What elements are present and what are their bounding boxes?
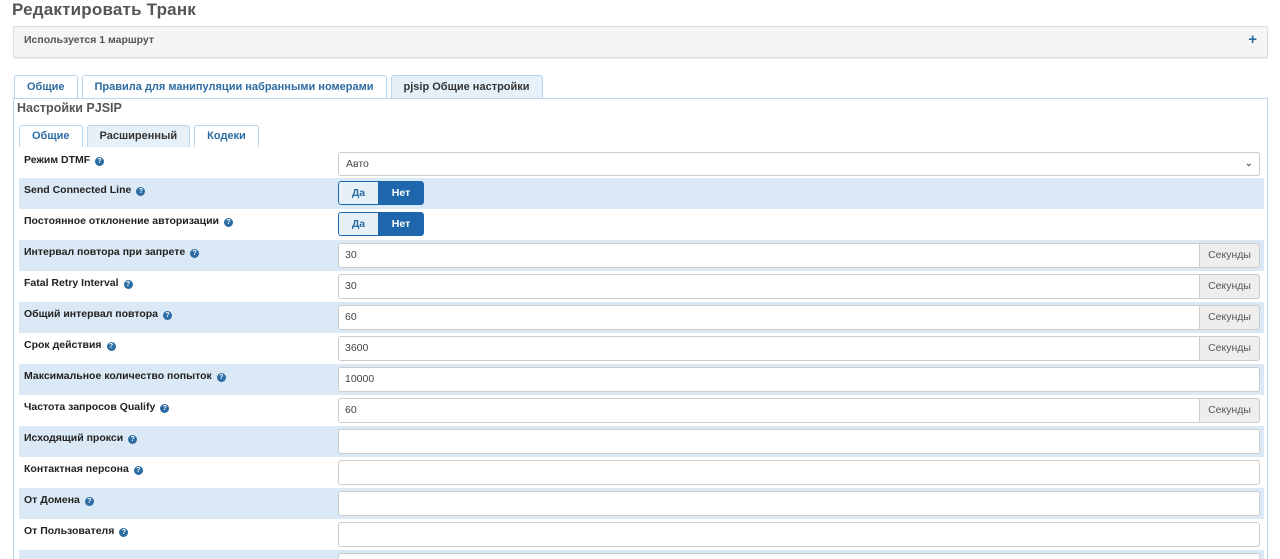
qualify-frequency-input[interactable]: 60 [338,398,1200,423]
row-fatal-retry-interval: Fatal Retry Interval? 30 Секунды [19,271,1264,302]
row-max-retries: Максимальное количество попыток? 10000 [19,364,1264,395]
tab-pjsip-settings[interactable]: pjsip Общие настройки [390,75,543,99]
row-expiration: Срок действия? 3600 Секунды [19,333,1264,364]
send-connected-line-toggle: Да Нет [338,181,424,205]
tab-inner-general[interactable]: Общие [19,125,83,147]
inner-tabs: Общие Расширенный Кодеки [19,125,263,147]
yes-option[interactable]: Да [338,212,378,236]
row-send-connected-line: Send Connected Line? Да Нет [19,178,1264,209]
tab-general[interactable]: Общие [14,75,78,99]
usage-text: Используется 1 маршрут [24,34,155,46]
section-title: Настройки PJSIP [17,101,122,115]
chevron-down-icon: ⌄ [1244,158,1253,169]
field-label: Fatal Retry Interval? [24,277,133,289]
help-icon[interactable]: ? [163,311,173,320]
field-label: От Домена? [24,494,94,506]
no-option[interactable]: Нет [378,212,424,236]
field-label: Send Connected Line? [24,184,146,196]
fatal-retry-interval-input[interactable]: 30 [338,274,1200,299]
unit-addon: Секунды [1200,274,1260,299]
field-label: Контактная персона? [24,463,143,475]
field-label: От Пользователя? [24,525,129,537]
tab-codecs[interactable]: Кодеки [194,125,259,147]
max-retries-input[interactable]: 10000 [338,367,1260,392]
yes-option[interactable]: Да [338,181,378,205]
field-label: Режим DTMF? [24,154,105,166]
help-icon[interactable]: ? [160,404,170,413]
from-user-input[interactable] [338,522,1260,547]
tab-advanced[interactable]: Расширенный [86,125,191,147]
row-permanent-auth-reject: Постоянное отклонение авторизации? Да Не… [19,209,1264,240]
field-label: Общий интервал повтора? [24,308,173,320]
row-forbidden-retry-interval: Интервал повтора при запрете? 30 Секунды [19,240,1264,271]
row-general-retry-interval: Общий интервал повтора? 60 Секунды [19,302,1264,333]
field-label: Исходящий прокси? [24,432,138,444]
help-icon[interactable]: ? [216,373,226,382]
dtmf-mode-select[interactable]: Авто ⌄ [338,152,1260,176]
unit-addon: Секунды [1200,398,1260,423]
permanent-auth-reject-toggle: Да Нет [338,212,424,236]
help-icon[interactable]: ? [84,497,94,506]
help-icon[interactable]: ? [128,435,138,444]
help-icon[interactable]: ? [224,218,234,227]
help-icon[interactable]: ? [133,466,143,475]
row-qualify-frequency: Частота запросов Qualify? 60 Секунды [19,395,1264,426]
row-from-domain: От Домена? [19,488,1264,519]
help-icon[interactable]: ? [95,157,105,166]
expiration-input[interactable]: 3600 [338,336,1200,361]
plus-icon[interactable]: + [1248,30,1257,50]
row-dtmf-mode: Режим DTMF? Авто ⌄ [19,148,1264,178]
unit-addon: Секунды [1200,305,1260,330]
field-label: Частота запросов Qualify? [24,401,170,413]
outbound-proxy-input[interactable] [338,429,1260,454]
no-option[interactable]: Нет [378,181,424,205]
contact-user-input[interactable] [338,460,1260,485]
next-field-input[interactable] [338,553,1260,559]
from-domain-input[interactable] [338,491,1260,516]
help-icon[interactable]: ? [136,187,146,196]
unit-addon: Секунды [1200,336,1260,361]
help-icon[interactable]: ? [119,528,129,537]
general-retry-interval-input[interactable]: 60 [338,305,1200,330]
forbidden-retry-interval-input[interactable]: 30 [338,243,1200,268]
row-contact-user: Контактная персона? [19,457,1264,488]
pjsip-settings-panel: Настройки PJSIP Общие Расширенный Кодеки… [13,98,1268,559]
settings-form: Режим DTMF? Авто ⌄ Send Connected Line? … [19,148,1264,559]
top-tabs: Общие Правила для манипуляции набранными… [14,75,547,99]
field-label: Интервал повтора при запрете? [24,246,200,258]
row-next-partial [19,550,1264,559]
field-label: Постоянное отклонение авторизации? [24,215,234,227]
page-title: Редактировать Транк [12,0,197,19]
row-from-user: От Пользователя? [19,519,1264,550]
field-label: Максимальное количество попыток? [24,370,226,382]
tab-dial-manipulation[interactable]: Правила для манипуляции набранными номер… [81,75,387,99]
field-label: Срок действия? [24,339,116,351]
help-icon[interactable]: ? [123,280,133,289]
help-icon[interactable]: ? [106,342,116,351]
usage-panel[interactable]: Используется 1 маршрут + [13,26,1268,58]
help-icon[interactable]: ? [190,249,200,258]
row-outbound-proxy: Исходящий прокси? [19,426,1264,457]
unit-addon: Секунды [1200,243,1260,268]
